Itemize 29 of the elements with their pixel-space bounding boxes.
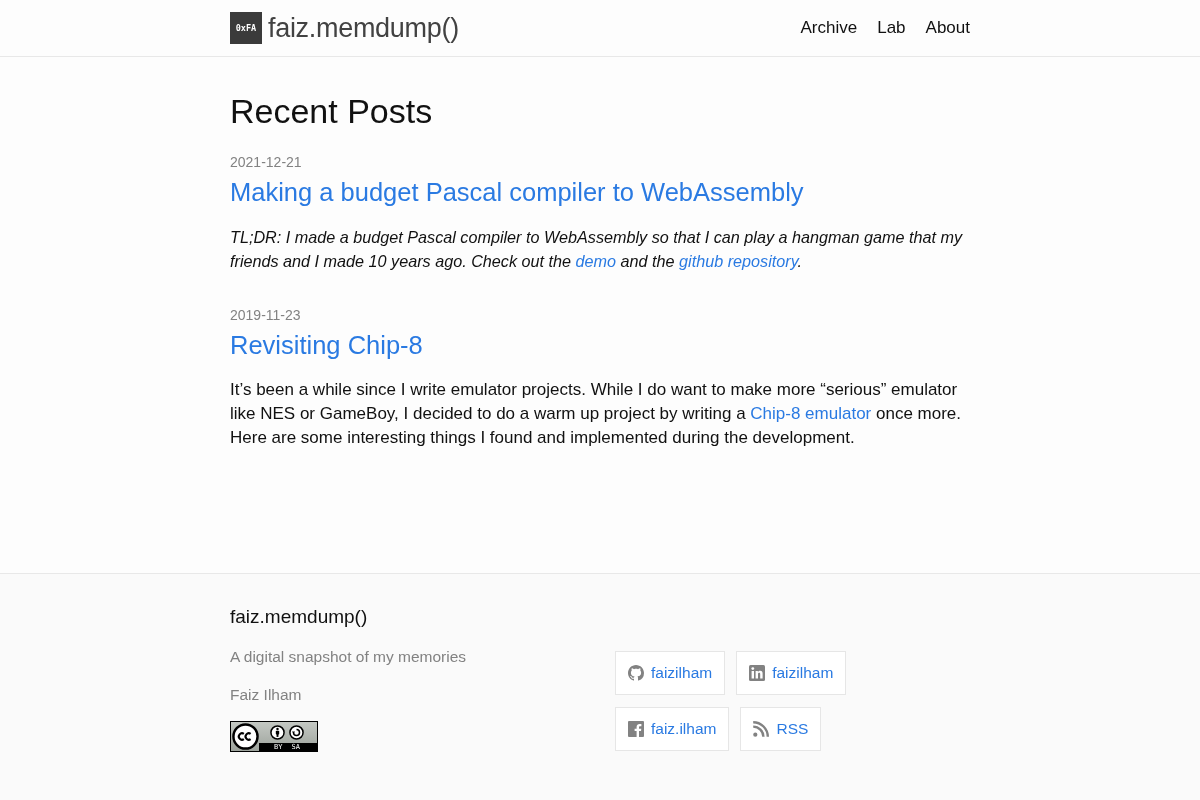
site-title[interactable]: faiz.memdump() <box>268 11 459 45</box>
social-link[interactable]: RSS <box>740 707 822 751</box>
linkedin-icon <box>749 665 766 681</box>
nav-link[interactable]: Lab <box>877 16 906 40</box>
post-excerpt: TL;DR: I made a budget Pascal compiler to WebAssembly so that I can play a hangman game that my friends and I made 10 years ago. Check out the demo and the github repository. <box>230 227 964 272</box>
inline-link[interactable]: Chip-8 emulator <box>750 404 872 423</box>
inline-link[interactable]: demo <box>575 252 617 270</box>
rss-icon <box>753 721 770 737</box>
site-description: A digital snapshot of my memories <box>230 647 467 667</box>
post-date: 2019-11-23 <box>230 306 301 325</box>
social-link[interactable]: faiz.ilham <box>615 707 730 751</box>
post-excerpt: It’s been a while since I write emulator projects. While I do want to make more “serious” emulator like NES or GameBoy, I decided to do a warm up project by writing a Chip-8 emulator once more. Here are some interesting things I found and implemented during the development. <box>230 379 963 449</box>
social-link[interactable]: faizilham <box>615 651 726 695</box>
post-title-link[interactable]: Making a budget Pascal compiler to WebAssembly <box>230 176 804 208</box>
social-link[interactable]: faizilham <box>736 651 847 695</box>
share-alike-icon <box>289 725 305 740</box>
post-title-link[interactable]: Revisiting Chip-8 <box>230 329 423 361</box>
github-icon <box>628 665 644 681</box>
footer-title: faiz.memdump() <box>230 605 368 629</box>
nav-link[interactable]: Archive <box>800 16 858 40</box>
inline-link[interactable]: github repository <box>679 252 798 270</box>
facebook-icon <box>628 721 644 737</box>
attribution-icon <box>269 725 285 740</box>
post-date: 2021-12-21 <box>230 153 302 172</box>
author-name: Faiz Ilham <box>230 685 302 705</box>
nav-link[interactable]: About <box>925 16 970 40</box>
page-heading: Recent Posts <box>230 91 433 131</box>
site-logo: 0xFA <box>230 12 262 44</box>
cc-icon <box>232 723 259 750</box>
